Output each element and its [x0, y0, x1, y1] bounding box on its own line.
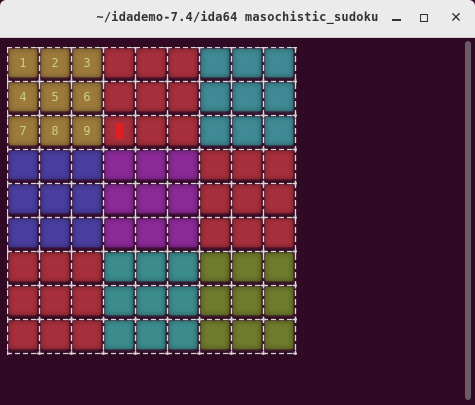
- close-icon: ✕: [450, 10, 462, 26]
- close-button[interactable]: ✕: [447, 9, 465, 27]
- minimize-button[interactable]: [387, 9, 405, 27]
- sudoku-board[interactable]: 123456789: [7, 47, 297, 355]
- maximize-button[interactable]: [415, 9, 433, 27]
- terminal-window: ~/idademo-7.4/ida64 masochistic_sudoku ✕…: [0, 0, 475, 405]
- minimize-icon: [391, 19, 401, 21]
- title-bar[interactable]: ~/idademo-7.4/ida64 masochistic_sudoku ✕: [0, 0, 475, 38]
- terminal-area[interactable]: 123456789: [0, 38, 475, 405]
- maximize-icon: [420, 14, 428, 22]
- grid-lines: [7, 47, 297, 355]
- scrollbar[interactable]: [464, 41, 472, 400]
- scrollbar-thumb[interactable]: [465, 41, 471, 400]
